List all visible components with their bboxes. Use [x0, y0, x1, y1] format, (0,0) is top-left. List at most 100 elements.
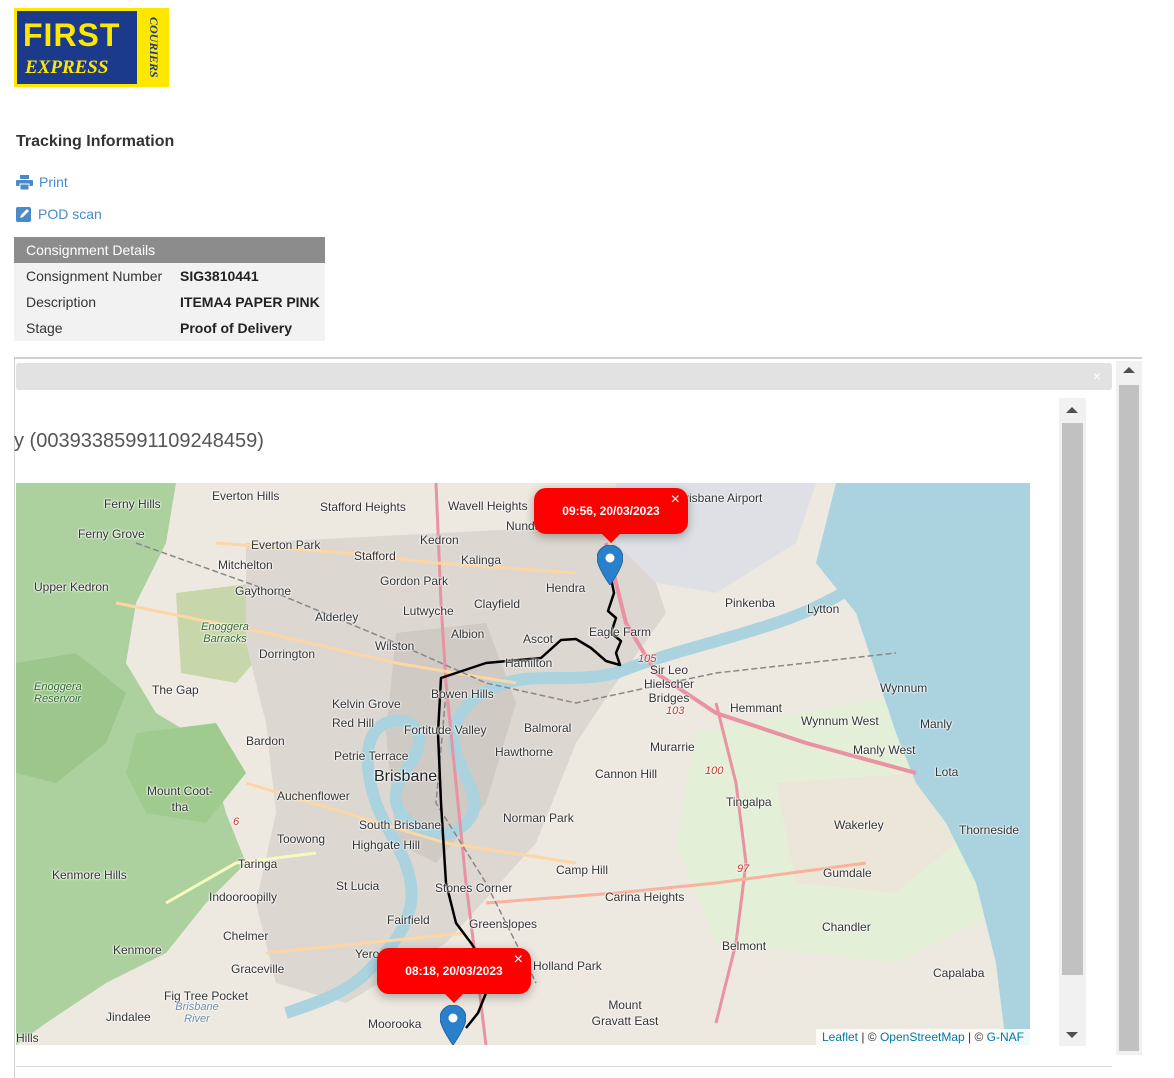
map-label: St Lucia	[336, 879, 380, 893]
printer-icon	[16, 174, 33, 190]
map-label: Kalinga	[461, 553, 502, 567]
map-label: Fairfield	[387, 913, 430, 927]
stage-label: Stage	[26, 320, 63, 336]
leaflet-link[interactable]: Leaflet	[822, 1030, 858, 1044]
popup-timestamp: 09:56, 20/03/2023	[562, 504, 660, 518]
map-label: Upper Kedron	[34, 580, 109, 594]
map-label: Belmont	[722, 939, 767, 953]
map-label: Chelmer	[223, 929, 269, 943]
map-pin-icon[interactable]	[440, 1005, 466, 1045]
map-label: Stafford	[354, 549, 396, 563]
map-label: Cannon Hill	[595, 767, 658, 781]
logo-panel: FIRST EXPRESS	[17, 11, 137, 84]
tracking-popup-top: 09:56, 20/03/2023 ×	[534, 488, 688, 543]
map-label: Lutwyche	[403, 604, 454, 618]
map-label: Mitchelton	[218, 558, 273, 572]
map-label: Lytton	[807, 602, 840, 616]
map-label: Clayfield	[474, 597, 521, 611]
map-label: Gaythorne	[235, 584, 292, 598]
map-label: Gumdale	[823, 866, 872, 880]
tracking-popup-bottom: 08:18, 20/03/2023 ×	[377, 948, 531, 1003]
attribution-separator: | ©	[858, 1030, 880, 1044]
stage-value: Proof of Delivery	[180, 320, 293, 336]
map-label: Wakerley	[834, 818, 884, 832]
map-label: Pinkenba	[725, 596, 776, 610]
map-label: Sir Leo Hielscher Bridges	[643, 663, 694, 705]
map-label: Alderley	[315, 610, 359, 624]
map-label: Hendra	[546, 581, 586, 595]
map-label: Graceville	[231, 962, 285, 976]
map-label: Balmoral	[524, 721, 572, 735]
description-label: Description	[26, 294, 97, 310]
map-pin-icon[interactable]	[597, 545, 623, 585]
map-label: Indooroopilly	[209, 890, 278, 904]
map-label: Hawthorne	[495, 745, 554, 759]
map-label: Greenslopes	[469, 917, 538, 931]
logo-text-express: EXPRESS	[25, 57, 109, 78]
page-scrollbar[interactable]	[1116, 361, 1142, 1055]
map-label: Jindalee	[106, 1010, 151, 1024]
consignment-number-value: SIG3810441	[180, 268, 259, 284]
modal-scrollbar[interactable]	[1059, 398, 1086, 1046]
map-label: Capalaba	[933, 966, 985, 980]
popup-timestamp: 08:18, 20/03/2023	[405, 964, 503, 978]
popup-tip	[444, 993, 464, 1003]
map-label: Gordon Park	[380, 574, 449, 588]
gnaf-link[interactable]: G-NAF	[987, 1030, 1024, 1044]
map-label: Manly	[920, 717, 953, 731]
map-label: Lota	[935, 765, 959, 779]
delivery-route-map[interactable]: Ferny Hills Everton Hills Stafford Heigh…	[16, 483, 1030, 1045]
openstreetmap-link[interactable]: OpenStreetMap	[880, 1030, 965, 1044]
map-label: Stafford Heights	[320, 500, 406, 514]
scroll-down-arrow-icon[interactable]	[1066, 1032, 1078, 1038]
map-label: Wilston	[375, 639, 415, 653]
map-label: Hemmant	[730, 701, 783, 715]
road-number-label: 105	[638, 653, 657, 665]
map-label: Ascot	[523, 632, 554, 646]
map-label: Tingalpa	[726, 795, 772, 809]
modal-divider	[16, 1066, 1112, 1067]
tracking-heading: y (00393385991109248459)	[14, 430, 264, 452]
map-label: Kedron	[420, 533, 459, 547]
brand-logo: FIRST EXPRESS COURIERS	[14, 8, 169, 87]
road-number-label: 6	[233, 816, 240, 828]
edit-document-icon	[16, 207, 31, 222]
map-label: Everton Park	[251, 538, 321, 552]
map-label: Manly West	[853, 743, 916, 757]
popup-close-button[interactable]: ×	[671, 492, 680, 508]
map-label: Petrie Terrace	[334, 749, 409, 763]
map-label: Thorneside	[959, 823, 1020, 837]
map-label: South Brisbane	[359, 818, 442, 832]
map-label: Eagle Farm	[589, 625, 652, 639]
map-label: Everton Hills	[212, 489, 280, 503]
map-label: Chandler	[822, 920, 871, 934]
map-label: Toowong	[277, 832, 326, 846]
map-label: Red Hill	[332, 716, 375, 730]
table-row: Stage Proof of Delivery	[14, 315, 325, 341]
consignment-details-header: Consignment Details	[14, 237, 325, 263]
print-label: Print	[39, 174, 68, 190]
scrollbar-thumb[interactable]	[1062, 423, 1083, 975]
scroll-up-arrow-icon[interactable]	[1066, 407, 1078, 413]
map-label: Albion	[451, 627, 485, 641]
pod-scan-link[interactable]: POD scan	[16, 206, 102, 222]
map-label: Hamilton	[505, 656, 553, 670]
map-label: Auchenflower	[277, 789, 350, 803]
map-label: Ferny Hills	[104, 497, 161, 511]
map-label: Mount Gravatt East	[591, 998, 659, 1028]
attribution-separator: | ©	[964, 1030, 987, 1044]
road-number-label: 97	[737, 863, 750, 875]
map-label: Enoggera Barracks	[201, 621, 249, 645]
map-label: Enoggera Reservoir	[34, 681, 82, 705]
print-link[interactable]: Print	[16, 174, 68, 190]
scroll-up-arrow-icon[interactable]	[1123, 367, 1135, 373]
popup-close-button[interactable]: ×	[514, 952, 523, 968]
scrollbar-thumb[interactable]	[1119, 385, 1139, 1051]
modal-close-button[interactable]: ×	[1090, 369, 1104, 383]
description-value: ITEMA4 PAPER PINK	[180, 294, 320, 310]
map-label: Murarrie	[650, 740, 695, 754]
map-label: Brisbane Airport	[677, 491, 763, 505]
map-label: Norman Park	[503, 811, 574, 825]
map-label: Holland Park	[533, 959, 602, 973]
map-label: Moorooka	[368, 1017, 422, 1031]
